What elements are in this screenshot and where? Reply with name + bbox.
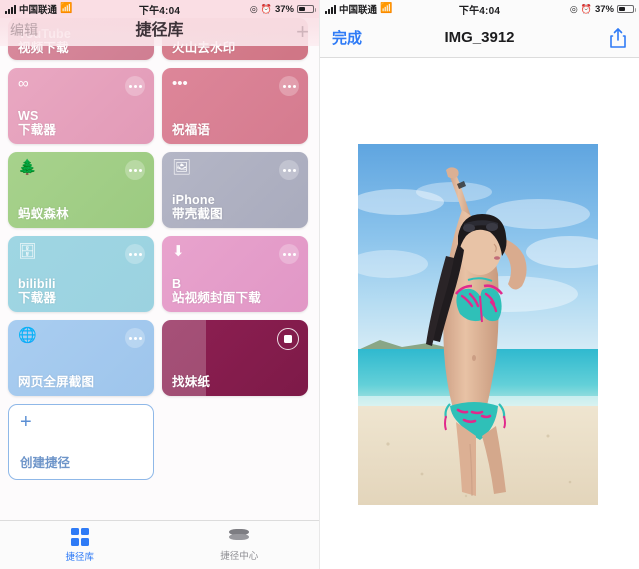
shortcut-tile[interactable]: ⬇ B 站视频封面下载 (162, 236, 308, 312)
shortcut-glyph-icon: 🖼 (172, 159, 192, 176)
more-options-icon[interactable] (279, 244, 299, 264)
shortcut-glyph-icon: 🌲 (18, 159, 37, 176)
more-options-icon[interactable] (125, 160, 145, 180)
layers-icon (229, 528, 250, 545)
more-options-icon[interactable] (279, 160, 299, 180)
more-options-icon[interactable] (125, 328, 145, 348)
shortcut-tile-label: 找妹纸 (172, 375, 211, 389)
right-phone-screen: 中国联通 📶 下午4:04 ◎ ⏰ 37% 完成 IMG_3912 (319, 0, 639, 569)
status-time: 下午4:04 (458, 5, 501, 17)
shortcut-tile[interactable]: 🌲 蚂蚁森林 (8, 152, 154, 228)
shortcut-tile-label: 祝福语 (172, 123, 211, 137)
shortcut-glyph-icon: 🌐 (18, 327, 37, 344)
dual-screenshot-container: 中国联通 📶 下午4:04 ◎ ⏰ 37% 编辑 捷径库 + YouTube 视… (0, 0, 639, 569)
battery-icon (297, 5, 316, 13)
shortcut-tile[interactable]: ••• 祝福语 (162, 68, 308, 144)
stop-icon[interactable] (277, 328, 299, 350)
status-time: 下午4:04 (138, 5, 181, 17)
create-shortcut-label: 创建捷径 (20, 456, 71, 470)
tab-shortcut-library[interactable]: 捷径库 (0, 521, 160, 569)
shortcuts-scroll-area[interactable]: YouTube 视频下载火山去水印∞WS 下载器•••祝福语🌲蚂蚁森林🖼iPho… (0, 18, 319, 520)
shortcut-tile-label: 蚂蚁森林 (18, 207, 69, 221)
shortcut-tile-label: B 站视频封面下载 (172, 277, 261, 305)
tab-label: 捷径中心 (220, 550, 259, 562)
shortcut-tile[interactable]: 🌐 网页全屏截图 (8, 320, 154, 396)
left-status-bar: 中国联通 📶 下午4:04 ◎ ⏰ 37% (0, 0, 319, 18)
right-status-bar: 中国联通 📶 下午4:04 ◎ ⏰ 37% (320, 0, 639, 18)
shortcut-tile-label: 网页全屏截图 (18, 375, 95, 389)
shortcut-tile-label: bilibili 下载器 (18, 277, 57, 305)
more-options-icon[interactable] (125, 244, 145, 264)
tab-shortcut-center[interactable]: 捷径中心 (160, 521, 320, 569)
tab-label: 捷径库 (65, 551, 94, 563)
shortcut-tile[interactable]: 🗄 bilibili 下载器 (8, 236, 154, 312)
left-phone-screen: 中国联通 📶 下午4:04 ◎ ⏰ 37% 编辑 捷径库 + YouTube 视… (0, 0, 319, 569)
grid-icon (70, 527, 89, 546)
more-options-icon[interactable] (125, 76, 145, 96)
shortcuts-grid: YouTube 视频下载火山去水印∞WS 下载器•••祝福语🌲蚂蚁森林🖼iPho… (0, 18, 319, 488)
create-shortcut-button[interactable]: + 创建捷径 (8, 404, 154, 480)
battery-icon (617, 5, 636, 13)
photo-title: IMG_3912 (444, 29, 515, 46)
photo-viewer-area[interactable] (320, 58, 639, 569)
more-options-icon[interactable] (279, 76, 299, 96)
page-title: 捷径库 (135, 22, 184, 39)
photo-nav-bar: 完成 IMG_3912 (320, 18, 639, 58)
shortcut-glyph-icon: ∞ (18, 75, 29, 92)
shortcut-tile[interactable]: 找妹纸 (162, 320, 308, 396)
shortcut-tile[interactable]: 🖼 iPhone 带壳截图 (162, 152, 308, 228)
plus-icon: + (20, 411, 32, 433)
beach-portrait-photo[interactable] (358, 144, 598, 505)
shortcut-tile-label: iPhone 带壳截图 (172, 193, 223, 221)
tab-bar: 捷径库 捷径中心 (0, 520, 319, 569)
share-icon[interactable] (609, 27, 627, 49)
shortcut-glyph-icon: ⬇ (172, 243, 185, 260)
shortcut-tile[interactable]: ∞ WS 下载器 (8, 68, 154, 144)
shortcut-glyph-icon: ••• (172, 75, 188, 92)
shortcut-tile-label: WS 下载器 (18, 109, 57, 137)
shortcut-glyph-icon: 🗄 (18, 243, 38, 260)
